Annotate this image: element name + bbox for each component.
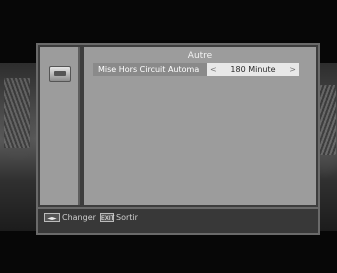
auto-off-label[interactable]: Mise Hors Circuit Automa <box>93 63 207 76</box>
background-tree-left <box>4 78 30 148</box>
left-right-key-icon: ◄► <box>44 213 60 222</box>
page-title: Autre <box>187 51 213 61</box>
change-hint-label: Changer <box>62 213 96 222</box>
settings-device-icon[interactable] <box>49 66 71 82</box>
exit-key-icon: EXIT <box>100 213 115 222</box>
auto-off-value-selector[interactable]: < 180 Minute > <box>207 63 299 76</box>
exit-hint-label: Sortir <box>116 213 138 222</box>
auto-off-value: 180 Minute <box>230 65 276 74</box>
help-bar: ◄► Changer EXIT Sortir <box>36 209 320 235</box>
arrow-right-icon[interactable]: > <box>289 63 296 76</box>
